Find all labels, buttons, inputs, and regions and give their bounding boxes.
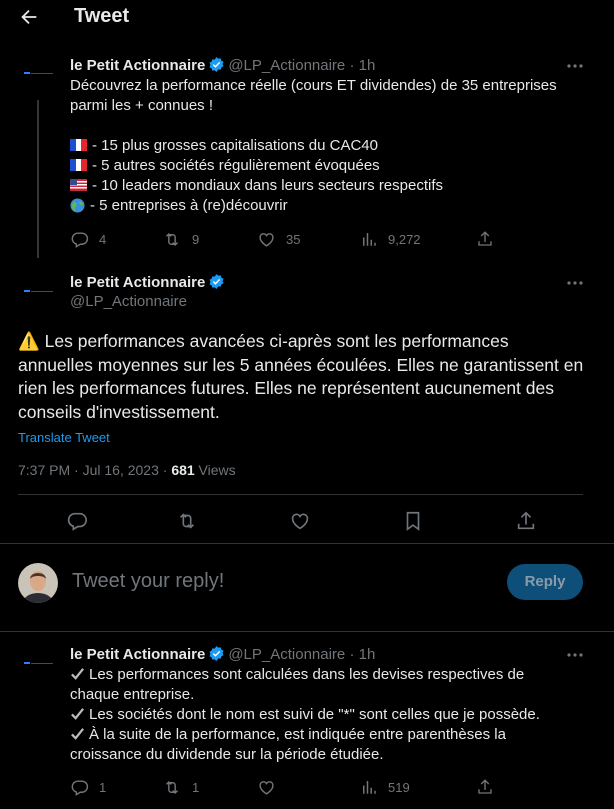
author-handle[interactable]: @LP_Actionnaire bbox=[228, 646, 345, 663]
views-button[interactable]: 519 bbox=[360, 777, 410, 797]
bullet-line: - 15 plus grosses capitalisations du CAC… bbox=[70, 136, 557, 156]
retweet-icon bbox=[165, 232, 179, 246]
verified-badge-icon bbox=[208, 56, 225, 77]
bookmark-icon[interactable] bbox=[402, 510, 424, 537]
author-name[interactable]: le Petit Actionnaire bbox=[70, 57, 205, 74]
verified-badge-icon bbox=[208, 273, 225, 294]
heart-icon[interactable] bbox=[289, 510, 311, 537]
author-avatar[interactable] bbox=[18, 644, 58, 684]
tweet1-author-row: le Petit Actionnaire @LP_Actionnaire · 1h bbox=[70, 56, 375, 77]
checkmark-icon bbox=[70, 726, 85, 741]
like-button[interactable]: 35 bbox=[257, 229, 300, 249]
tweet-text-line: croissance du dividende sur la période é… bbox=[70, 746, 384, 763]
divider bbox=[0, 543, 614, 544]
reply-button[interactable]: 1 bbox=[70, 777, 106, 797]
tweet-text-line: Les sociétés dont le nom est suivi de "*… bbox=[70, 705, 540, 725]
retweet-icon[interactable] bbox=[176, 510, 198, 537]
page-title: Tweet bbox=[74, 5, 130, 27]
reply-icon bbox=[71, 779, 89, 796]
tweet-text-line: ⚠️ Les performances avancées ci-après so… bbox=[18, 331, 509, 351]
tweet-text-line: Découvrez la performance réelle (cours E… bbox=[70, 77, 557, 94]
retweet-count: 1 bbox=[192, 779, 200, 795]
checkmark-icon bbox=[70, 706, 85, 721]
reply-button[interactable]: 4 bbox=[70, 229, 106, 249]
retweet-count: 9 bbox=[192, 231, 200, 247]
tweet2-actions: 1 1 519 bbox=[70, 777, 510, 797]
tweet1-actions: 4 9 35 9,272 bbox=[70, 229, 510, 249]
reply-input[interactable]: Tweet your reply! bbox=[72, 570, 224, 593]
translate-tweet-link[interactable]: Translate Tweet bbox=[18, 430, 110, 445]
tweet-text-line: annuelles moyennes sur les 5 années écou… bbox=[18, 354, 584, 375]
retweet-button[interactable]: 9 bbox=[162, 229, 199, 249]
more-options-icon[interactable] bbox=[566, 274, 584, 292]
tweet2-text: Les performances sont calculées dans les… bbox=[70, 665, 540, 765]
author-name[interactable]: le Petit Actionnaire bbox=[70, 646, 205, 663]
share-icon bbox=[478, 231, 492, 246]
bullet-line: - 10 leaders mondiaux dans leurs secteur… bbox=[70, 176, 557, 196]
user-avatar[interactable] bbox=[18, 563, 58, 603]
author-name[interactable]: le Petit Actionnaire bbox=[70, 274, 205, 291]
main-tweet-text: ⚠️ Les performances avancées ci-après so… bbox=[18, 330, 598, 424]
like-count: 35 bbox=[286, 231, 301, 247]
author-avatar[interactable] bbox=[18, 272, 58, 312]
views-button[interactable]: 9,272 bbox=[360, 229, 421, 249]
timestamp[interactable]: 7:37 PM · Jul 16, 2023 · bbox=[18, 462, 171, 478]
tweet-text-line: chaque entreprise. bbox=[70, 686, 195, 703]
tweet2-author-row: le Petit Actionnaire @LP_Actionnaire · 1h bbox=[70, 645, 375, 666]
bullet-line: - 5 entreprises à (re)découvrir bbox=[70, 196, 557, 216]
views-count: 681 bbox=[171, 462, 195, 478]
tweet-time: · 1h bbox=[349, 646, 376, 663]
tweet-text-line: Les performances sont calculées dans les… bbox=[70, 665, 540, 685]
more-options-icon[interactable] bbox=[566, 57, 584, 75]
retweet-icon bbox=[165, 780, 179, 794]
main-author-row: le Petit Actionnaire bbox=[70, 273, 228, 294]
share-button[interactable] bbox=[476, 229, 494, 249]
tweet-text-line: conseils d'investissement. bbox=[18, 401, 220, 422]
back-arrow-icon[interactable] bbox=[18, 6, 40, 28]
like-button[interactable] bbox=[257, 777, 276, 797]
author-avatar[interactable] bbox=[18, 54, 58, 94]
checkmark-icon bbox=[70, 666, 85, 681]
views-label: Views bbox=[194, 462, 236, 478]
tweet-text-line: parmi les + connues ! bbox=[70, 97, 213, 114]
more-options-icon[interactable] bbox=[566, 646, 584, 664]
divider bbox=[18, 494, 583, 495]
main-tweet-actions bbox=[18, 510, 583, 534]
bullet-line: - 5 autres sociétés régulièrement évoqué… bbox=[70, 156, 557, 176]
analytics-icon bbox=[363, 781, 376, 794]
top-bar: Tweet bbox=[0, 0, 614, 34]
share-button[interactable] bbox=[476, 777, 494, 797]
usa-flag-icon bbox=[70, 177, 87, 191]
share-icon[interactable] bbox=[515, 510, 537, 537]
globe-icon bbox=[70, 198, 85, 213]
heart-icon bbox=[259, 780, 274, 795]
reply-count: 4 bbox=[99, 231, 107, 247]
reply-icon bbox=[71, 231, 89, 248]
reply-submit-button[interactable]: Reply bbox=[507, 564, 583, 600]
retweet-button[interactable]: 1 bbox=[162, 777, 199, 797]
author-handle[interactable]: @LP_Actionnaire bbox=[228, 57, 345, 74]
reply-count: 1 bbox=[99, 779, 107, 795]
verified-badge-icon bbox=[208, 645, 225, 666]
tweet1-text: Découvrez la performance réelle (cours E… bbox=[70, 76, 557, 216]
views-count: 9,272 bbox=[388, 231, 421, 247]
thread-connector bbox=[37, 100, 39, 258]
views-count: 519 bbox=[388, 779, 410, 795]
tweet-text-line: À la suite de la performance, est indiqu… bbox=[70, 725, 540, 745]
analytics-icon bbox=[363, 233, 376, 246]
reply-icon[interactable] bbox=[66, 510, 88, 537]
heart-icon bbox=[259, 232, 274, 247]
france-flag-icon bbox=[70, 137, 87, 151]
author-handle[interactable]: @LP_Actionnaire bbox=[70, 293, 187, 310]
divider bbox=[0, 631, 614, 632]
tweet-time: · 1h bbox=[349, 57, 376, 74]
tweet-text-line: rien les performances futures. Elles ne … bbox=[18, 378, 554, 398]
france-flag-icon bbox=[70, 157, 87, 171]
tweet-meta: 7:37 PM · Jul 16, 2023 · 681 Views bbox=[18, 462, 236, 478]
share-icon bbox=[478, 779, 492, 794]
